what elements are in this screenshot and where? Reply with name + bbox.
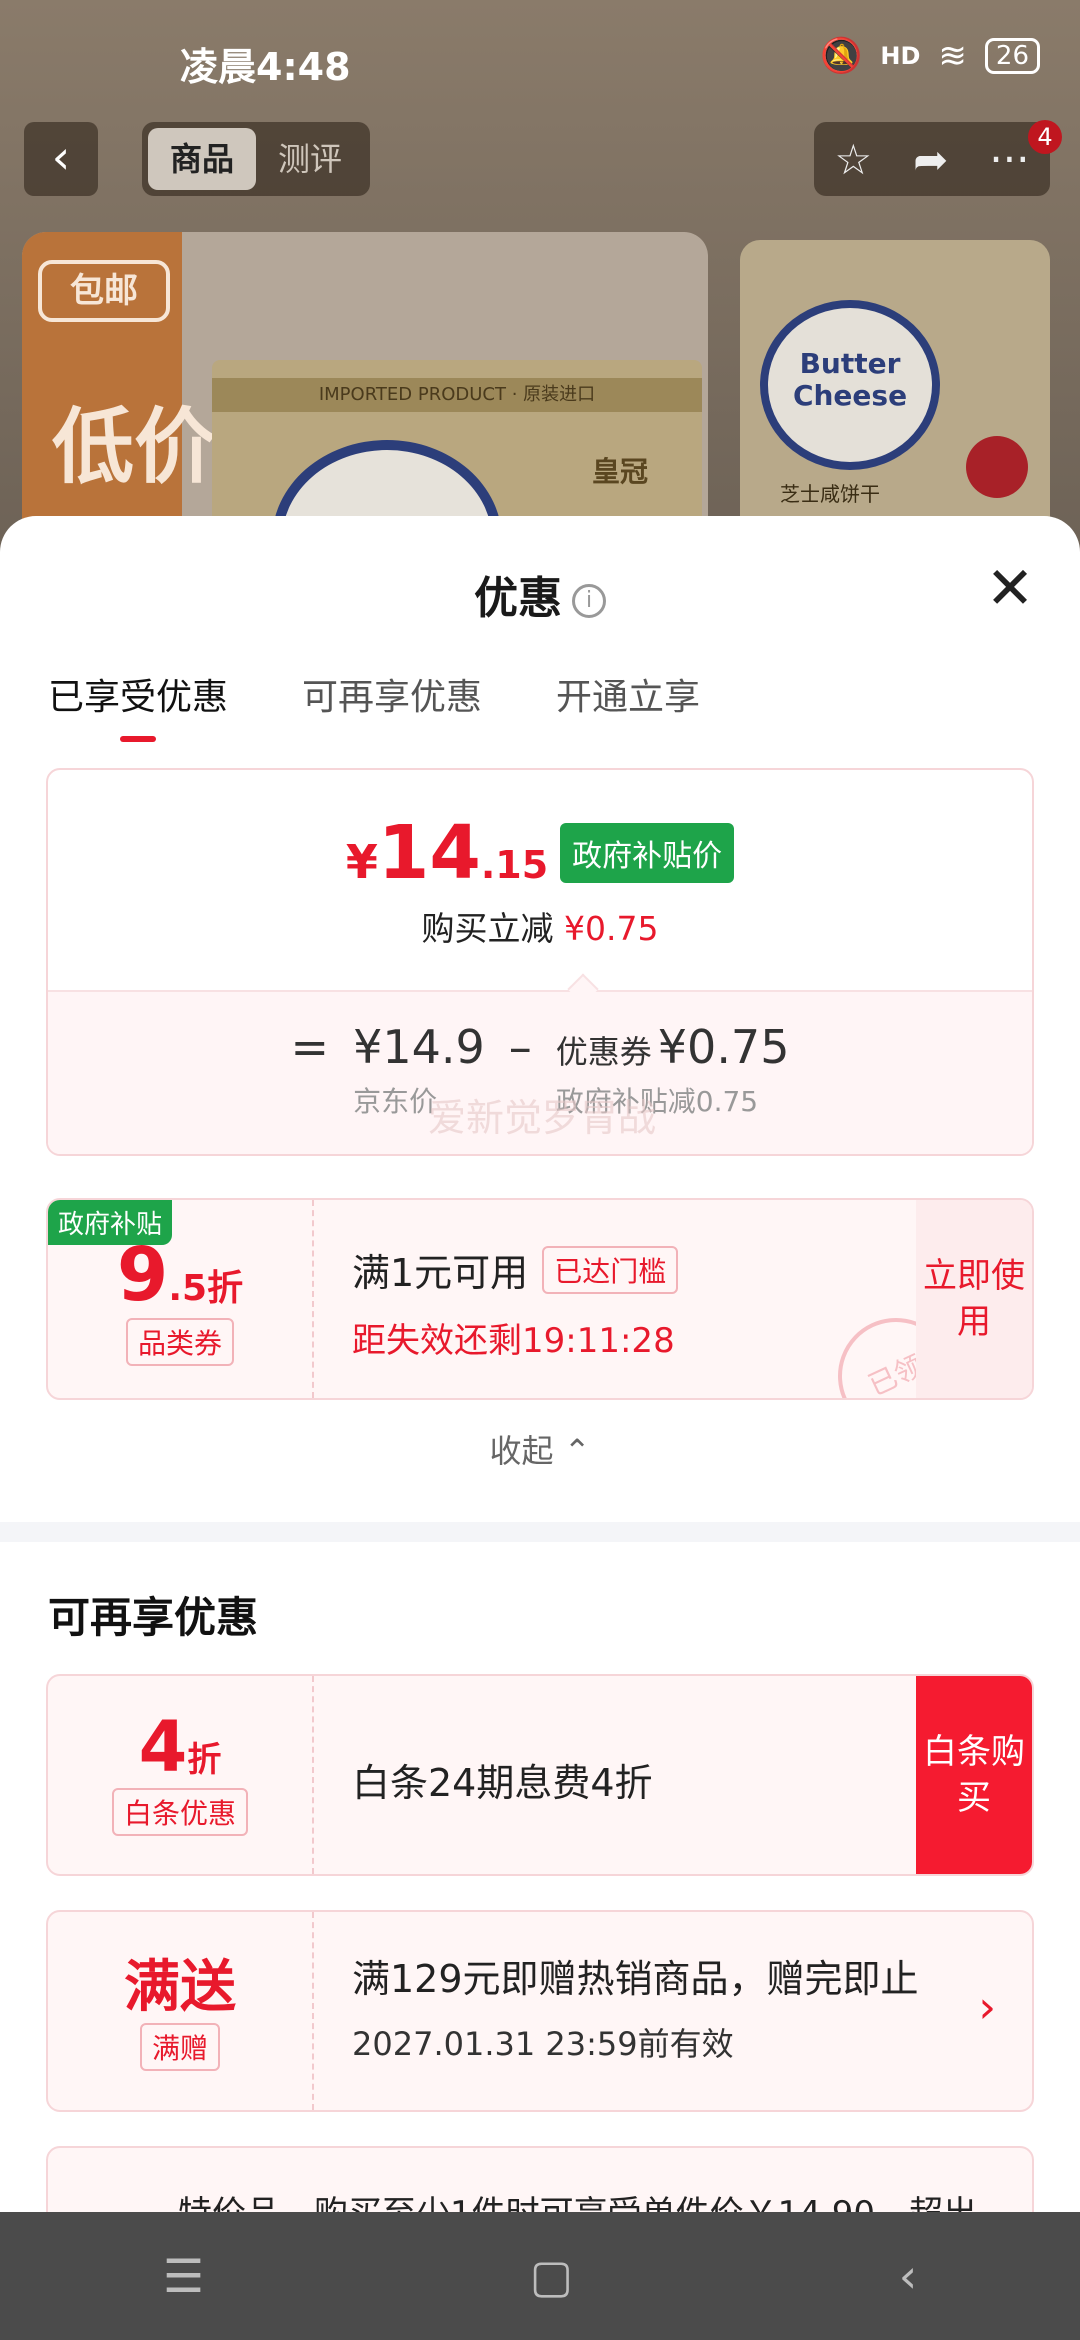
product-page-background: 凌晨4:48 🔕 HD ≋ 26 ‹ 商品 测评 ☆ ➦ ··· 4 包邮 低价…: [0, 0, 1080, 560]
coupon-type: 白条优惠: [111, 1788, 248, 1836]
wifi-icon: ≋: [938, 36, 967, 76]
countdown-text: 距失效还剩19:11:28: [352, 1321, 675, 1361]
orig-price: ¥14.9: [353, 1020, 485, 1074]
status-time: 凌晨4:48: [180, 45, 351, 89]
coupon-type: 满赠: [139, 2023, 220, 2071]
gov-price-badge: 政府补贴价: [560, 823, 735, 883]
coupon-special[interactable]: 特价品，购买至少1件时可享受单件价￥14.90，超出: [46, 2146, 1034, 2212]
imported-strip: IMPORTED PRODUCT · 原装进口: [212, 378, 702, 412]
top-actions: ☆ ➦ ···: [814, 122, 1050, 196]
back-button[interactable]: ‹: [24, 122, 98, 196]
reduce-text: 购买立减 ¥0.75: [421, 909, 659, 948]
info-icon[interactable]: i: [572, 584, 606, 618]
signal-icon: HD: [880, 42, 921, 70]
chevron-right-icon[interactable]: ›: [978, 1982, 996, 2033]
baitiao-buy-button[interactable]: 白条购买: [916, 1676, 1032, 1874]
float-action-icon[interactable]: [966, 436, 1028, 498]
back-icon[interactable]: ‹: [899, 2249, 917, 2303]
system-nav-bar: ☰ ▢ ‹: [0, 2212, 1080, 2340]
free-shipping-badge: 包邮: [38, 260, 170, 322]
menu-icon[interactable]: ☰: [163, 2249, 204, 2303]
mute-icon: 🔕: [820, 36, 863, 76]
low-price-text: 低价: [52, 400, 217, 495]
final-price: ¥14.15 政府补贴价: [48, 810, 1032, 896]
share-icon[interactable]: ➦: [913, 135, 948, 184]
discount-sheet: 优惠 i ✕ 已享受优惠 可再享优惠 开通立享 ¥14.15 政府补贴价 购买立减 …: [0, 516, 1080, 2212]
tab-enjoyed[interactable]: 已享受优惠: [48, 668, 228, 742]
coupon-gift[interactable]: 满送 满赠 满129元即赠热销商品，赠完即止 2027.01.31 23:59前…: [46, 1910, 1034, 2112]
tab-review[interactable]: 测评: [256, 128, 364, 190]
watermark: 爱新觉罗胃战: [428, 1096, 657, 1140]
product-tabs: 商品 测评: [142, 122, 370, 196]
brand-logo-small: Butter Cheese: [760, 300, 940, 470]
coupon-type: 品类券: [125, 1318, 234, 1366]
coupon-category[interactable]: 政府补贴 9.5折 品类券 满1元可用 已达门槛 距失效还剩19:11:28 已领…: [46, 1198, 1034, 1400]
threshold-reached: 已达门槛: [542, 1245, 679, 1294]
use-now-button[interactable]: 立即使用: [916, 1200, 1032, 1398]
battery-icon: 26: [984, 38, 1040, 74]
gov-subsidy-tag: 政府补贴: [48, 1200, 173, 1245]
section-title: 可再享优惠: [48, 1593, 259, 1642]
status-bar: 凌晨4:48 🔕 HD ≋ 26: [0, 0, 1080, 120]
discount-tabs: 已享受优惠 可再享优惠 开通立享: [48, 668, 700, 742]
coupon-baitiao[interactable]: 4折 白条优惠 白条24期息费4折 白条购买: [46, 1674, 1034, 1876]
product-image-thumb[interactable]: Butter Cheese 芝士咸饼干: [740, 240, 1050, 560]
tab-product[interactable]: 商品: [148, 128, 256, 190]
orig-label: 京东价: [353, 1085, 438, 1118]
validity-text: 2027.01.31 23:59前有效: [352, 2025, 734, 2063]
coupon-desc: 特价品，购买至少1件时可享受单件价￥14.90，超出: [178, 2186, 977, 2212]
coupon-desc: 白条24期息费4折: [352, 1761, 653, 1805]
sheet-title: 优惠 i: [0, 562, 1080, 626]
crown-brand: 皇冠: [592, 455, 649, 488]
product-cn-name: 芝士咸饼干: [780, 482, 880, 506]
star-icon[interactable]: ☆: [835, 135, 873, 184]
collapse-button[interactable]: 收起 ⌃: [0, 1426, 1080, 1472]
close-icon[interactable]: ✕: [980, 559, 1040, 620]
price-summary-card: ¥14.15 政府补贴价 购买立减 ¥0.75 = ¥14.9 京东价 – 优惠券…: [46, 768, 1034, 1156]
product-image-main[interactable]: 包邮 低价 IMPORTED PRODUCT · 原装进口 皇冠: [22, 232, 708, 560]
notification-badge: 4: [1028, 120, 1062, 154]
home-icon[interactable]: ▢: [530, 2249, 573, 2303]
tab-open[interactable]: 开通立享: [556, 668, 700, 742]
coupon-desc: 满129元即赠热销商品，赠完即止: [352, 1957, 919, 2001]
tab-more[interactable]: 可再享优惠: [302, 668, 482, 742]
more-icon[interactable]: ···: [989, 135, 1029, 184]
